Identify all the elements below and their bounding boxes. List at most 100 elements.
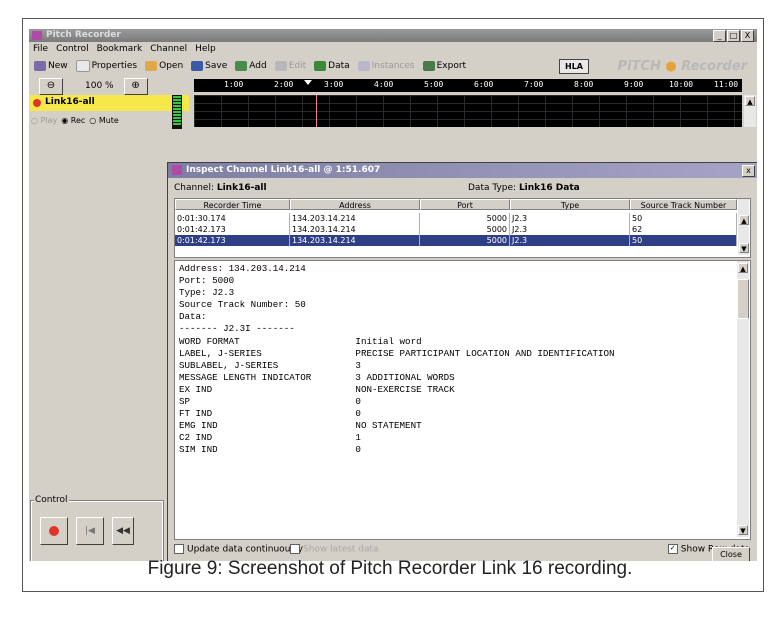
- inspect-channel-dialog: Inspect Channel Link16-all @ 1:51.607 x …: [167, 162, 757, 561]
- hla-badge: HLA: [559, 59, 589, 74]
- col-source-track[interactable]: Source Track Number: [630, 199, 737, 210]
- minimize-button[interactable]: _: [713, 30, 726, 42]
- maximize-button[interactable]: □: [727, 30, 740, 42]
- dialog-icon: [172, 165, 182, 175]
- tick-label: 6:00: [474, 80, 494, 89]
- zoom-level: 100 %: [85, 81, 114, 91]
- tick-label: 3:00: [324, 80, 344, 89]
- menu-bookmark[interactable]: Bookmark: [93, 44, 147, 54]
- scroll-up-icon: ▲: [745, 96, 755, 106]
- tick-label: 8:00: [574, 80, 594, 89]
- raw-data-text: Address: 134.203.14.214 Port: 5000 Type:…: [179, 263, 615, 456]
- data-button[interactable]: Data: [311, 60, 353, 72]
- table-scrollbar[interactable]: ▲ ▼: [738, 199, 749, 255]
- open-button[interactable]: Open: [142, 60, 186, 72]
- channel-row[interactable]: Link16-all: [29, 95, 189, 111]
- playhead-marker[interactable]: [304, 80, 312, 85]
- play-radio[interactable]: ○ Play: [31, 116, 57, 125]
- col-port[interactable]: Port: [420, 199, 510, 210]
- scroll-down-icon: ▼: [739, 243, 749, 253]
- tick-label: 5:00: [424, 80, 444, 89]
- raw-data-view[interactable]: Address: 134.203.14.214 Port: 5000 Type:…: [174, 260, 751, 540]
- pitch-recorder-logo: PiTCH ● Recorder: [617, 59, 747, 74]
- data-type-info: Data Type: Link16 Data: [468, 183, 580, 193]
- show-latest-checkbox[interactable]: Show latest data: [290, 544, 379, 555]
- app-title: Pitch Recorder: [46, 30, 121, 40]
- tick-label: 4:00: [374, 80, 394, 89]
- dialog-title: Inspect Channel Link16-all @ 1:51.607: [186, 165, 381, 175]
- checkbox-box: [174, 544, 184, 554]
- scroll-thumb[interactable]: [737, 279, 749, 319]
- table-header: Recorder Time Address Port Type Source T…: [175, 199, 737, 210]
- menu-bar: File Control Bookmark Channel Help: [29, 42, 757, 55]
- control-label: Control: [34, 495, 69, 505]
- scroll-down-icon: ▼: [738, 525, 748, 535]
- channel-mode-radios: ○ Play ◉ Rec ○ Mute: [29, 113, 191, 127]
- folder-icon: [145, 61, 158, 71]
- save-button[interactable]: Save: [188, 60, 230, 72]
- save-icon: [191, 61, 204, 71]
- figure-frame: Pitch Recorder _ □ X File Control Bookma…: [22, 18, 764, 592]
- close-window-button[interactable]: X: [741, 30, 754, 42]
- playhead-line: [316, 95, 317, 127]
- tick-label: 7:00: [524, 80, 544, 89]
- menu-help[interactable]: Help: [191, 44, 220, 54]
- properties-button[interactable]: Properties: [73, 59, 140, 73]
- channel-name: Link16-all: [45, 97, 95, 107]
- raw-data-scrollbar[interactable]: ▲ ▼: [737, 261, 749, 537]
- record-indicator-icon: [33, 99, 41, 107]
- zoom-controls: ⊖ 100 % ⊕: [29, 77, 189, 95]
- skip-start-button[interactable]: |◀: [76, 517, 104, 545]
- left-pane: Control |◀ ◀◀: [29, 129, 164, 561]
- app-window: Pitch Recorder _ □ X File Control Bookma…: [29, 29, 757, 561]
- mute-radio[interactable]: ○ Mute: [89, 116, 119, 125]
- rec-radio[interactable]: ◉ Rec: [61, 116, 85, 125]
- properties-icon: [75, 60, 90, 72]
- instances-button[interactable]: Instances: [355, 60, 418, 72]
- dialog-close-icon[interactable]: x: [742, 165, 755, 177]
- edit-icon: [274, 61, 287, 71]
- new-icon: [34, 61, 46, 71]
- figure-caption: Figure 9: Screenshot of Pitch Recorder L…: [147, 558, 633, 579]
- tick-label: 2:00: [274, 80, 294, 89]
- tick-label: 9:00: [624, 80, 644, 89]
- data-icon: [314, 61, 327, 71]
- timeline-ruler[interactable]: 1:00 2:00 3:00 4:00 5:00 6:00 7:00 8:00 …: [194, 79, 742, 92]
- col-recorder-time[interactable]: Recorder Time: [175, 199, 290, 210]
- table-row-selected[interactable]: 0:01:42.173 134.203.14.214 5000 J2.3 50: [175, 235, 737, 246]
- tick-label: 1:00: [224, 80, 244, 89]
- tick-label: 10:00: [669, 80, 694, 89]
- checkbox-checked: ✓: [667, 544, 678, 554]
- add-button[interactable]: Add: [232, 60, 269, 72]
- zoom-in-icon[interactable]: ⊕: [123, 77, 148, 95]
- update-continuously-checkbox[interactable]: Update data continuously: [174, 544, 303, 555]
- export-button[interactable]: Export: [420, 60, 469, 72]
- zoom-out-icon[interactable]: ⊖: [39, 77, 63, 95]
- menu-channel[interactable]: Channel: [146, 44, 191, 54]
- table-row[interactable]: 0:01:42.173 134.203.14.214 5000 J2.3 62: [175, 224, 737, 235]
- instances-icon: [357, 61, 370, 71]
- records-table: Recorder Time Address Port Type Source T…: [174, 198, 751, 258]
- table-row[interactable]: 0:01:30.174 134.203.14.214 5000 J2.3 50: [175, 213, 737, 224]
- tracks-scrollbar[interactable]: ▲: [744, 95, 756, 127]
- scroll-up-icon: ▲: [739, 215, 749, 225]
- rewind-button[interactable]: ◀◀: [112, 517, 134, 545]
- col-type[interactable]: Type: [510, 199, 630, 210]
- col-address[interactable]: Address: [290, 199, 420, 210]
- channel-info: Channel: Link16-all: [174, 183, 267, 193]
- scroll-up-icon: ▲: [738, 263, 748, 273]
- menu-control[interactable]: Control: [52, 44, 93, 54]
- new-button[interactable]: New: [31, 60, 71, 72]
- edit-button[interactable]: Edit: [272, 60, 309, 72]
- title-bar: Pitch Recorder _ □ X: [29, 29, 757, 42]
- control-panel: Control |◀ ◀◀: [30, 495, 164, 561]
- record-icon: [49, 526, 59, 536]
- add-icon: [235, 61, 248, 71]
- channel-track[interactable]: [194, 95, 742, 127]
- export-icon: [422, 61, 435, 71]
- app-icon: [32, 31, 42, 40]
- record-button[interactable]: [40, 517, 68, 545]
- menu-file[interactable]: File: [29, 44, 52, 54]
- dialog-title-bar: Inspect Channel Link16-all @ 1:51.607 x: [168, 163, 757, 178]
- tick-label: 11:00: [714, 80, 739, 89]
